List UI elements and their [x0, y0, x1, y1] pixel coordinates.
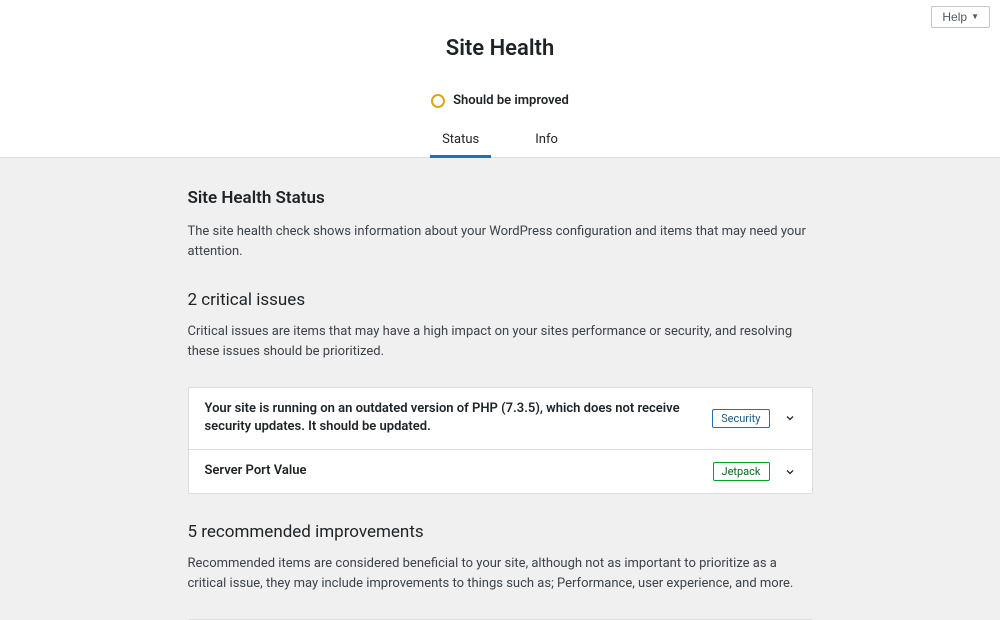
status-ring-icon: [431, 94, 445, 108]
content-column: Site Health Status The site health check…: [188, 188, 813, 620]
tab-status[interactable]: Status: [438, 132, 483, 157]
help-button-label: Help: [942, 10, 967, 24]
page-title: Site Health: [0, 0, 1000, 61]
critical-heading: 2 critical issues: [188, 290, 813, 310]
chevron-down-icon: [784, 412, 796, 424]
header-region: Help ▼ Site Health Should be improved St…: [0, 0, 1000, 158]
tab-info[interactable]: Info: [531, 132, 562, 157]
critical-item[interactable]: Server Port Value Jetpack: [189, 449, 812, 493]
critical-item-title: Your site is running on an outdated vers…: [205, 400, 713, 438]
recommended-heading: 5 recommended improvements: [188, 522, 813, 542]
status-section-heading: Site Health Status: [188, 188, 813, 208]
chevron-down-icon: [784, 466, 796, 478]
help-button[interactable]: Help ▼: [931, 6, 990, 28]
status-summary-label: Should be improved: [453, 93, 569, 108]
status-summary: Should be improved: [0, 93, 1000, 108]
badge-jetpack: Jetpack: [713, 462, 770, 481]
badge-security: Security: [712, 409, 769, 428]
critical-description: Critical issues are items that may have …: [188, 322, 813, 362]
critical-item[interactable]: Your site is running on an outdated vers…: [189, 388, 812, 450]
caret-down-icon: ▼: [971, 13, 979, 21]
body-region: Site Health Status The site health check…: [0, 158, 1000, 620]
critical-accordion: Your site is running on an outdated vers…: [188, 387, 813, 495]
critical-item-title: Server Port Value: [205, 462, 713, 481]
tab-bar: Status Info: [0, 132, 1000, 158]
status-section-description: The site health check shows information …: [188, 222, 813, 262]
recommended-description: Recommended items are considered benefic…: [188, 554, 813, 594]
